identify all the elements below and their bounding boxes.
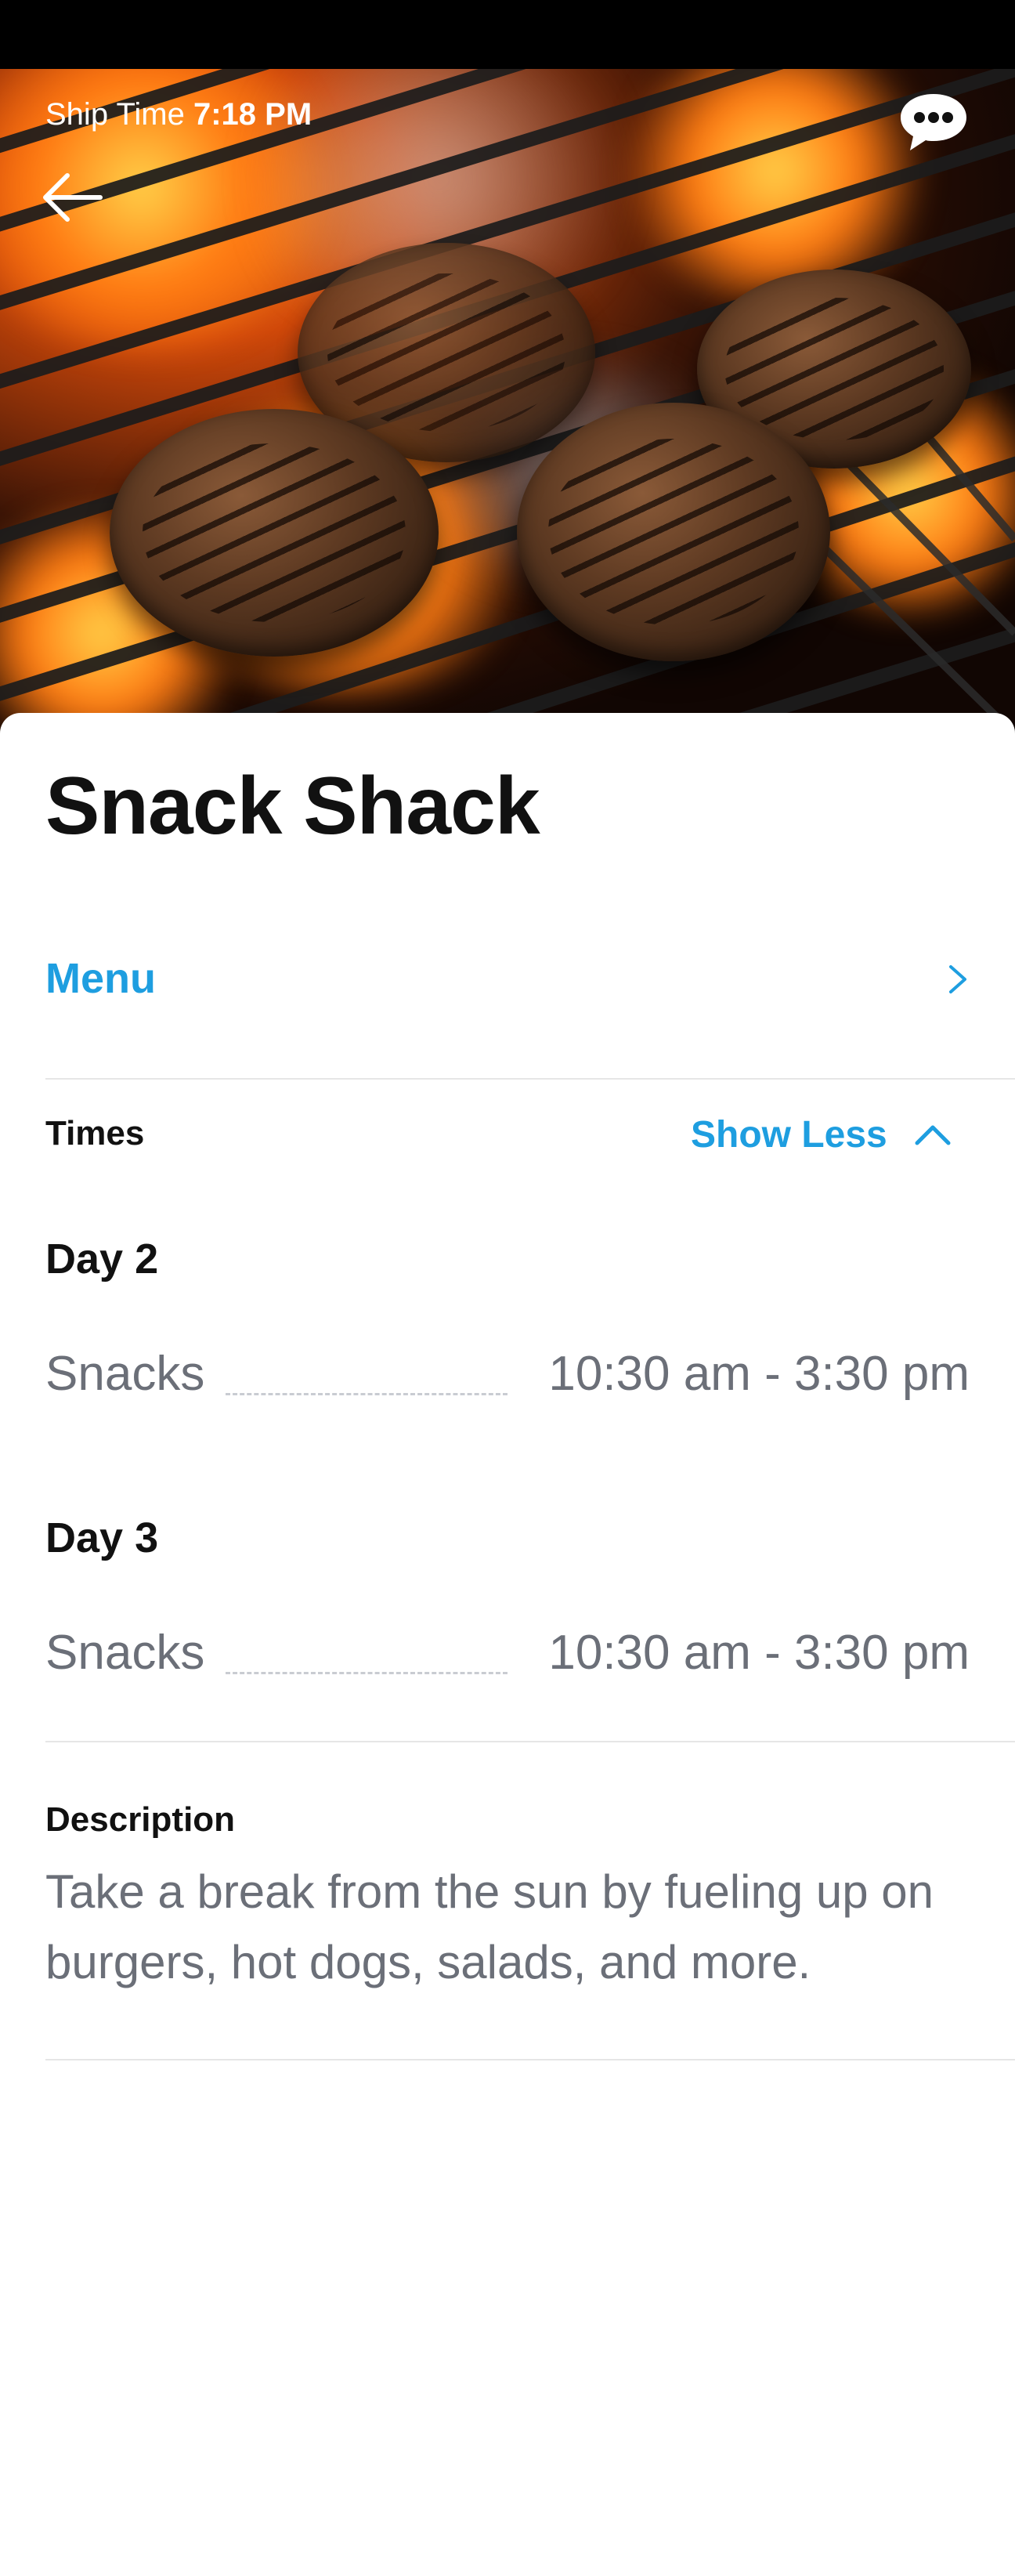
dotted-leader bbox=[226, 1393, 508, 1395]
hero-image bbox=[0, 69, 1015, 735]
meal-name: Snacks bbox=[45, 1626, 205, 1680]
times-label: Times bbox=[45, 1114, 145, 1152]
time-slot-row: Snacks 10:30 am - 3:30 pm bbox=[45, 1625, 970, 1680]
status-bar bbox=[0, 0, 1015, 71]
arrow-left-icon[interactable] bbox=[39, 165, 105, 230]
meal-hours: 10:30 am - 3:30 pm bbox=[548, 1626, 970, 1680]
meal-hours: 10:30 am - 3:30 pm bbox=[548, 1347, 970, 1401]
divider bbox=[45, 1078, 1015, 1080]
day-heading: Day 2 bbox=[45, 1236, 159, 1283]
description-text: Take a break from the sun by fueling up … bbox=[45, 1865, 934, 1988]
ship-time-value: 7:18 PM bbox=[193, 97, 312, 132]
divider bbox=[45, 2059, 1015, 2060]
ship-time: Ship Time 7:18 PM bbox=[45, 97, 312, 132]
show-less-button[interactable]: Show Less bbox=[691, 1111, 952, 1158]
divider bbox=[45, 1741, 1015, 1742]
day-heading: Day 3 bbox=[45, 1514, 159, 1561]
meal-name: Snacks bbox=[45, 1347, 205, 1401]
chevron-up-icon bbox=[915, 1125, 951, 1145]
dotted-leader bbox=[226, 1672, 508, 1674]
description-label: Description bbox=[45, 1800, 236, 1839]
menu-label: Menu bbox=[45, 955, 156, 1002]
chevron-right-icon bbox=[949, 965, 966, 993]
menu-link[interactable]: Menu bbox=[45, 946, 970, 1009]
chat-bubble-icon[interactable] bbox=[896, 91, 971, 154]
detail-sheet: Snack Shack Menu Times Show Less Day 2 S… bbox=[0, 713, 1015, 2576]
ship-time-label: Ship Time bbox=[45, 97, 185, 132]
time-slot-row: Snacks 10:30 am - 3:30 pm bbox=[45, 1346, 970, 1401]
page-title: Snack Shack bbox=[45, 761, 540, 852]
show-less-label: Show Less bbox=[691, 1113, 887, 1156]
